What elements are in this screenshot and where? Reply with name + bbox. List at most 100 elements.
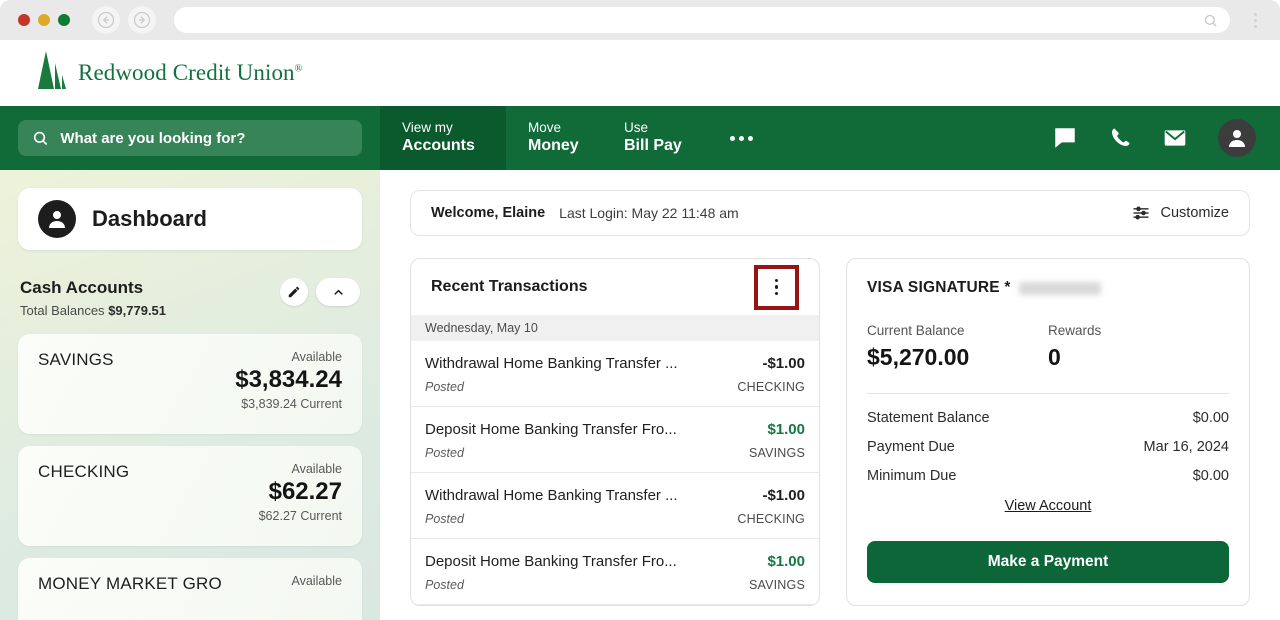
- phone-icon[interactable]: [1108, 126, 1132, 150]
- available-label: Available: [291, 462, 342, 476]
- row-label: Statement Balance: [867, 410, 990, 426]
- minimum-due-row: Minimum Due $0.00: [867, 468, 1229, 484]
- dashboard-panels: Recent Transactions Wednesday, May 10 Wi…: [410, 258, 1250, 606]
- forward-arrow-icon[interactable]: [128, 6, 156, 34]
- nav-item-line2: Bill Pay: [624, 137, 682, 155]
- search-box[interactable]: [18, 120, 362, 156]
- available-amount: $62.27: [268, 478, 342, 505]
- search-icon: [33, 131, 48, 146]
- browser-kebab-menu-icon[interactable]: [1244, 5, 1266, 35]
- available-label: Available: [291, 350, 342, 364]
- search-input[interactable]: [60, 129, 348, 147]
- transaction-amount: -$1.00: [762, 487, 805, 504]
- nav-item-use-bill-pay[interactable]: Use Bill Pay: [602, 106, 704, 170]
- account-card-savings[interactable]: SAVINGS Available $3,834.24 $3,839.24 Cu…: [18, 334, 362, 434]
- row-label: Minimum Due: [867, 468, 957, 484]
- account-card-money-market[interactable]: MONEY MARKET GRO Available: [18, 558, 362, 620]
- nav-utility-icons: [1052, 106, 1280, 170]
- brand-logo[interactable]: Redwood Credit Union®: [34, 49, 302, 97]
- transaction-primary-line: Withdrawal Home Banking Transfer ... -$1…: [425, 355, 805, 372]
- view-account-link[interactable]: View Account: [1005, 498, 1092, 514]
- sidebar-dashboard-card[interactable]: Dashboard: [18, 188, 362, 250]
- page-body: Dashboard Cash Accounts Total Balances $…: [0, 170, 1280, 620]
- payment-due-row: Payment Due Mar 16, 2024: [867, 439, 1229, 455]
- table-row[interactable]: Deposit Home Banking Transfer Fro... $1.…: [411, 407, 819, 473]
- brand-name: Redwood Credit Union®: [78, 60, 303, 85]
- stat-value: $5,270.00: [867, 344, 970, 370]
- cash-accounts-title: Cash Accounts: [20, 278, 144, 297]
- main-navigation-bar: View my Accounts Move Money Use Bill Pay: [0, 106, 1280, 170]
- nav-item-move-money[interactable]: Move Money: [506, 106, 602, 170]
- person-avatar-icon: [38, 200, 76, 238]
- transaction-description: Deposit Home Banking Transfer Fro...: [425, 553, 677, 570]
- make-a-payment-button[interactable]: Make a Payment: [867, 541, 1229, 583]
- card-divider: [867, 393, 1229, 394]
- maximize-window-button[interactable]: [58, 14, 70, 26]
- pencil-edit-icon[interactable]: [280, 278, 308, 306]
- account-name: SAVINGS: [38, 350, 114, 369]
- kebab-menu-icon[interactable]: [754, 264, 799, 310]
- account-name: MONEY MARKET GRO: [38, 574, 222, 593]
- transaction-status: Posted: [425, 512, 464, 526]
- minimize-window-button[interactable]: [38, 14, 50, 26]
- view-account-wrap: View Account: [867, 497, 1229, 515]
- transaction-description: Withdrawal Home Banking Transfer ...: [425, 487, 678, 504]
- transaction-secondary-line: Posted SAVINGS: [425, 446, 805, 460]
- account-name: CHECKING: [38, 462, 130, 481]
- credit-card-panel: VISA SIGNATURE * Current Balance $5,270.…: [846, 258, 1250, 606]
- welcome-banner: Welcome, Elaine Last Login: May 22 11:48…: [410, 190, 1250, 236]
- transaction-primary-line: Deposit Home Banking Transfer Fro... $1.…: [425, 421, 805, 438]
- sidebar: Dashboard Cash Accounts Total Balances $…: [0, 170, 380, 620]
- tune-sliders-icon: [1133, 206, 1148, 220]
- cash-accounts-header-text: Cash Accounts Total Balances $9,779.51: [20, 278, 280, 318]
- browser-nav-buttons: [92, 6, 156, 34]
- transaction-status: Posted: [425, 446, 464, 460]
- trademark-symbol: ®: [294, 63, 303, 75]
- panel-title: Recent Transactions: [431, 278, 588, 295]
- transaction-secondary-line: Posted CHECKING: [425, 380, 805, 394]
- nav-item-line1: Use: [624, 119, 649, 135]
- card-title-row: VISA SIGNATURE *: [867, 279, 1229, 297]
- transaction-primary-line: Deposit Home Banking Transfer Fro... $1.…: [425, 553, 805, 570]
- browser-chrome: [0, 0, 1280, 40]
- account-avatar-icon[interactable]: [1218, 119, 1256, 157]
- transaction-secondary-line: Posted CHECKING: [425, 512, 805, 526]
- row-value: Mar 16, 2024: [1143, 439, 1229, 455]
- last-login-text: Last Login: May 22 11:48 am: [559, 205, 739, 221]
- browser-url-bar[interactable]: [174, 7, 1230, 33]
- table-row[interactable]: Deposit Home Banking Transfer Fro... $1.…: [411, 539, 819, 605]
- close-window-button[interactable]: [18, 14, 30, 26]
- table-row[interactable]: Withdrawal Home Banking Transfer ... -$1…: [411, 473, 819, 539]
- account-balances: Available $3,834.24 $3,839.24 Current: [235, 350, 342, 418]
- transaction-status: Posted: [425, 578, 464, 592]
- main-content: Welcome, Elaine Last Login: May 22 11:48…: [380, 170, 1280, 620]
- transaction-amount: $1.00: [767, 421, 805, 438]
- nav-item-line1: Move: [528, 119, 562, 135]
- site-header: Redwood Credit Union®: [0, 40, 1280, 106]
- chat-icon[interactable]: [1052, 125, 1078, 151]
- nav-item-line2: Money: [528, 137, 579, 155]
- account-card-checking[interactable]: CHECKING Available $62.27 $62.27 Current: [18, 446, 362, 546]
- back-arrow-icon[interactable]: [92, 6, 120, 34]
- transaction-account: CHECKING: [737, 380, 805, 394]
- cash-accounts-header: Cash Accounts Total Balances $9,779.51: [18, 278, 362, 318]
- transaction-description: Deposit Home Banking Transfer Fro...: [425, 421, 677, 438]
- chevron-up-icon[interactable]: [316, 278, 360, 306]
- recent-transactions-header: Recent Transactions: [411, 259, 819, 315]
- current-balance-stat: Current Balance $5,270.00: [867, 323, 1048, 371]
- transaction-date-group: Wednesday, May 10: [411, 315, 819, 341]
- ellipsis-icon[interactable]: [704, 106, 779, 170]
- transaction-primary-line: Withdrawal Home Banking Transfer ... -$1…: [425, 487, 805, 504]
- stat-label: Current Balance: [867, 323, 965, 338]
- search-icon: [1204, 14, 1217, 27]
- window-traffic-lights: [10, 14, 70, 26]
- welcome-greeting: Welcome, Elaine: [431, 205, 546, 221]
- card-stats: Current Balance $5,270.00 Rewards 0: [867, 323, 1229, 371]
- total-balances-label: Total Balances: [20, 303, 105, 318]
- mail-icon[interactable]: [1162, 125, 1188, 151]
- nav-item-view-my-accounts[interactable]: View my Accounts: [380, 106, 506, 170]
- customize-button[interactable]: Customize: [1131, 203, 1229, 223]
- transaction-account: SAVINGS: [748, 578, 805, 592]
- table-row[interactable]: Withdrawal Home Banking Transfer ... -$1…: [411, 341, 819, 407]
- account-balances: Available: [291, 574, 342, 620]
